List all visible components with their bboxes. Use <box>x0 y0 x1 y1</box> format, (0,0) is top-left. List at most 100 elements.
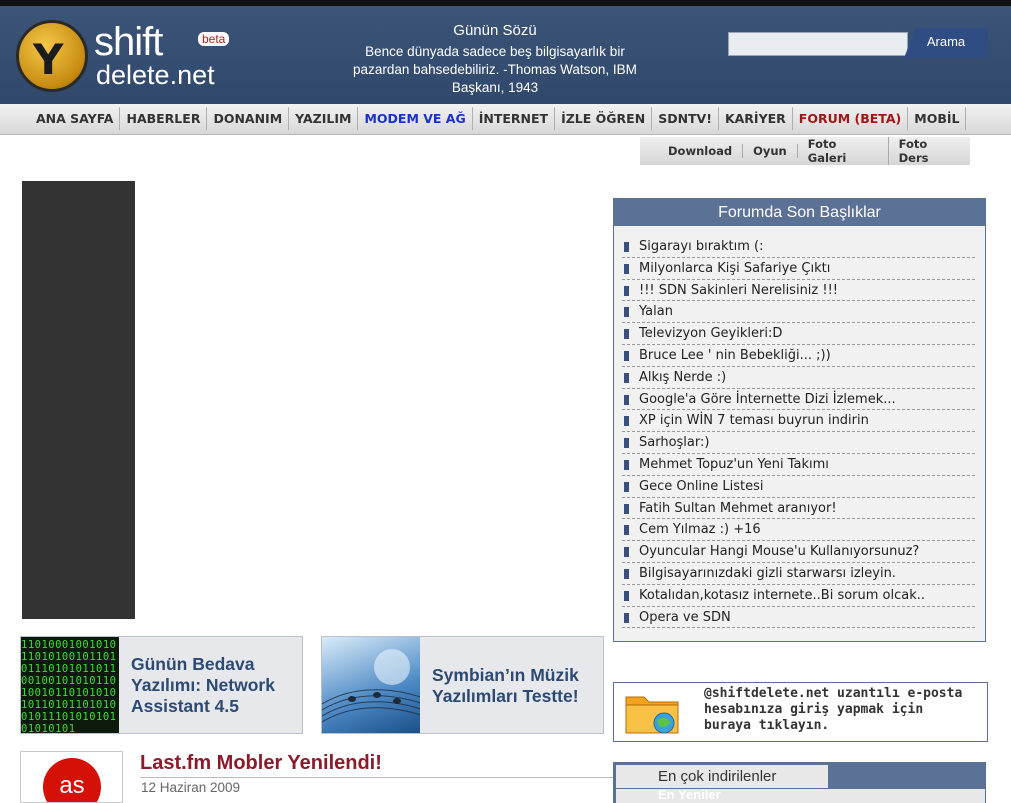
topic-label: Bilgisayarınızdaki gizli starwarsı izley… <box>639 565 896 581</box>
news-item: as Last.fm Mobler Yenilendi! 12 Haziran … <box>20 751 626 803</box>
nav-item-kariyer[interactable]: KARİYER <box>719 107 793 130</box>
forum-topic-link[interactable]: Google'a Göre İnternette Dizi İzlemek... <box>622 389 975 411</box>
forum-topic-link[interactable]: Fatih Sultan Mehmet aranıyor! <box>622 498 975 520</box>
site-header: Y shift beta delete.net Günün Sözü Bence… <box>0 6 1011 104</box>
promo-card-symbian-music[interactable]: Symbian’ın Müzik Yazılımları Testte! <box>321 636 604 734</box>
logo-emblem-icon: Y <box>16 20 88 92</box>
bullet-icon <box>624 242 629 252</box>
forum-topic-link[interactable]: Alkış Nerde :) <box>622 367 975 389</box>
search-button[interactable]: Arama <box>904 28 988 58</box>
bullet-icon <box>624 568 629 579</box>
forum-topic-link[interactable]: Kotalıdan,kotasız internete..Bi sorum ol… <box>622 585 975 607</box>
tab-most-downloaded[interactable]: En çok indirilenler <box>616 765 828 788</box>
folder-globe-icon <box>625 696 679 734</box>
email-promo-line: hesabınıza giriş yapmak için <box>704 702 924 717</box>
forum-topic-link[interactable]: Mehmet Topuz'un Yeni Takımı <box>622 454 975 476</box>
forum-topic-link[interactable]: XP için WİN 7 teması buyrun indirin <box>622 410 975 433</box>
topic-label: Bruce Lee ' nin Bebekliği... ;)) <box>639 347 831 363</box>
forum-topic-link[interactable]: Oyuncular Hangi Mouse'u Kullanıyorsunuz? <box>622 541 975 563</box>
bullet-icon <box>624 438 629 449</box>
divider <box>140 777 626 778</box>
logo-text-domain: delete.net <box>96 60 215 90</box>
site-logo[interactable]: Y shift beta delete.net <box>16 20 256 92</box>
forum-topic-list: Sigarayı bıraktım (: Milyonlarca Kişi Sa… <box>614 226 985 629</box>
nav-item-izle-ogren[interactable]: İZLE ÖĞREN <box>555 107 653 130</box>
topic-label: Televizyon Geyikleri:D <box>639 326 783 342</box>
quote-of-the-day: Günün Sözü Bence dünyada sadece beş bilg… <box>345 22 645 97</box>
forum-topic-link[interactable]: Sarhoşlar:) <box>622 432 975 454</box>
forum-topic-link[interactable]: Cem Yılmaz :) +16 <box>622 519 975 542</box>
forum-topic-link[interactable]: Televizyon Geyikleri:D <box>622 323 975 345</box>
bullet-icon <box>624 329 629 340</box>
subnav-item-download[interactable]: Download <box>658 144 744 158</box>
nav-item-ana-sayfa[interactable]: ANA SAYFA <box>30 107 121 130</box>
email-promo-line: buraya tıklayın. <box>704 718 830 733</box>
nav-item-mobil[interactable]: MOBİL <box>908 107 967 130</box>
quote-text: Bence dünyada sadece beş bilgisayarlık b… <box>353 44 637 95</box>
music-notes-thumbnail <box>322 637 420 733</box>
topic-label: Sarhoşlar:) <box>639 435 710 451</box>
promo-title: Symbian’ın Müzik Yazılımları Testte! <box>432 665 579 706</box>
bullet-icon <box>624 503 629 514</box>
bullet-icon <box>624 394 629 405</box>
news-date: 12 Haziran 2009 <box>141 780 241 795</box>
topic-label: Milyonlarca Kişi Safariye Çıktı <box>639 260 831 276</box>
sub-navigation: Download Oyun Foto Galeri Foto Ders <box>640 137 970 165</box>
nav-item-yazilim[interactable]: YAZILIM <box>289 107 359 130</box>
nav-item-internet[interactable]: İNTERNET <box>473 107 556 130</box>
forum-topic-link[interactable]: Yalan <box>622 301 975 324</box>
forum-topic-link[interactable]: Milyonlarca Kişi Safariye Çıktı <box>622 258 975 280</box>
topic-label: Alkış Nerde :) <box>639 369 727 385</box>
bullet-icon <box>624 590 629 601</box>
nav-item-modem-ve-ag[interactable]: MODEM VE AĞ <box>358 107 473 130</box>
search-input[interactable] <box>728 32 908 56</box>
forum-topic-link[interactable]: !!! SDN Sakinleri Nerelisiniz !!! <box>622 280 975 302</box>
topic-label: Fatih Sultan Mehmet aranıyor! <box>639 500 837 516</box>
forum-topic-link[interactable]: Sigarayı bıraktım (: <box>622 236 975 258</box>
topic-label: Opera ve SDN <box>639 609 731 625</box>
forum-topic-link[interactable]: Gece Online Listesi <box>622 476 975 498</box>
promo-title: Günün Bedava Yazılımı: Network Assistant… <box>131 654 275 716</box>
nav-item-forum[interactable]: FORUM (BETA) <box>793 107 909 130</box>
topic-label: XP için WİN 7 teması buyrun indirin <box>639 413 869 429</box>
bullet-icon <box>624 547 629 558</box>
email-login-promo[interactable]: @shiftdelete.net uzantılı e-posta hesabı… <box>613 682 988 742</box>
topic-label: Oyuncular Hangi Mouse'u Kullanıyorsunuz? <box>639 544 920 560</box>
tab-newest[interactable]: En Yeniler <box>616 789 985 803</box>
logo-text-shift: shift <box>94 20 163 64</box>
bullet-icon <box>624 525 629 536</box>
forum-topic-link[interactable]: Bruce Lee ' nin Bebekliği... ;)) <box>622 345 975 367</box>
forum-box-title: Forumda Son Başlıklar <box>614 199 985 226</box>
news-title[interactable]: Last.fm Mobler Yenilendi! <box>140 752 382 775</box>
bullet-icon <box>624 350 629 361</box>
nav-item-haberler[interactable]: HABERLER <box>120 107 208 130</box>
promo-card-free-software[interactable]: 1101000100101011010100101101011101010110… <box>20 636 303 734</box>
subnav-item-oyun[interactable]: Oyun <box>743 144 798 158</box>
forum-latest-topics: Forumda Son Başlıklar Sigarayı bıraktım … <box>613 198 986 642</box>
topic-label: Kotalıdan,kotasız internete..Bi sorum ol… <box>639 587 926 603</box>
bullet-icon <box>624 372 629 383</box>
topic-label: Mehmet Topuz'un Yeni Takımı <box>639 456 829 472</box>
beta-badge: beta <box>198 32 230 46</box>
email-promo-text: @shiftdelete.net uzantılı e-posta hesabı… <box>704 686 962 734</box>
ad-placeholder <box>22 181 135 619</box>
bullet-icon <box>624 416 629 427</box>
forum-topic-link[interactable]: Opera ve SDN <box>622 607 975 629</box>
nav-item-donanim[interactable]: DONANIM <box>207 107 290 130</box>
bullet-icon <box>624 612 629 623</box>
lastfm-logo-icon: as <box>43 758 101 802</box>
subnav-item-foto-galeri[interactable]: Foto Galeri <box>798 137 889 165</box>
subnav-item-foto-ders[interactable]: Foto Ders <box>889 137 970 165</box>
topic-label: Google'a Göre İnternette Dizi İzlemek... <box>639 391 896 407</box>
topic-label: !!! SDN Sakinleri Nerelisiniz !!! <box>639 282 839 298</box>
binary-code-thumbnail: 1101000100101011010100101101011101010110… <box>21 637 119 733</box>
email-promo-line: @shiftdelete.net uzantılı e-posta <box>704 686 963 701</box>
bullet-icon <box>624 459 629 470</box>
topic-label: Cem Yılmaz :) +16 <box>639 522 761 538</box>
topic-label: Gece Online Listesi <box>639 478 764 494</box>
news-thumbnail[interactable]: as <box>20 751 123 803</box>
bullet-icon <box>624 307 629 318</box>
nav-item-sdntv[interactable]: SDNTV! <box>652 107 719 130</box>
forum-topic-link[interactable]: Bilgisayarınızdaki gizli starwarsı izley… <box>622 563 975 585</box>
downloads-tabs: En çok indirilenler En Yeniler <box>613 762 986 803</box>
